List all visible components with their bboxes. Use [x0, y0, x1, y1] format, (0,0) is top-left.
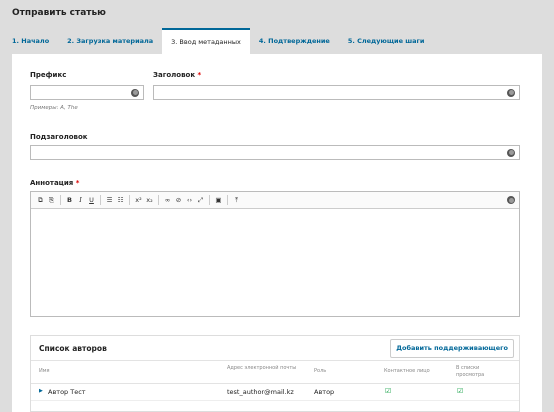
- listing-check-icon[interactable]: ☑: [457, 387, 463, 395]
- toolbar-divider: [100, 195, 101, 205]
- subtitle-input[interactable]: [30, 145, 520, 160]
- required-marker: *: [197, 71, 202, 79]
- prefix-input[interactable]: [30, 85, 144, 100]
- authors-title: Список авторов: [39, 344, 107, 353]
- abstract-label: Аннотация *: [30, 179, 80, 187]
- column-contact: Контактное лицо: [384, 368, 430, 374]
- page-title: Отправить статью: [12, 8, 106, 18]
- add-contributor-button[interactable]: Добавить поддерживающего: [390, 339, 514, 358]
- paste-icon[interactable]: ⎘: [46, 196, 57, 205]
- toolbar-divider: [227, 195, 228, 205]
- author-name: Автор Тест: [48, 388, 86, 396]
- prefix-label: Префикс: [30, 71, 67, 79]
- abstract-textarea[interactable]: [31, 208, 519, 316]
- upload-icon[interactable]: ⤒: [231, 196, 242, 205]
- bold-icon[interactable]: B: [64, 196, 75, 204]
- bullet-list-icon[interactable]: ☰: [104, 196, 115, 204]
- editor-toolbar: ⧉ ⎘ B I U ☰ ☷ x² x₂ ∞ ⊘ ‹› ⤢ ▣ ⤒: [31, 192, 519, 209]
- toolbar-divider: [158, 195, 159, 205]
- tab-confirmation[interactable]: 4. Подтверждение: [250, 28, 339, 54]
- numbered-list-icon[interactable]: ☷: [115, 196, 126, 204]
- title-label: Заголовок *: [153, 71, 202, 79]
- title-input[interactable]: [153, 85, 520, 100]
- wizard-tabs: 1. Начало 2. Загрузка материала 3. Ввод …: [12, 28, 433, 54]
- toolbar-divider: [129, 195, 130, 205]
- unlink-icon[interactable]: ⊘: [173, 196, 184, 204]
- image-icon[interactable]: ▣: [213, 196, 224, 204]
- tab-metadata[interactable]: 3. Ввод метаданных: [162, 28, 250, 54]
- code-icon[interactable]: ‹›: [184, 196, 195, 204]
- underline-icon[interactable]: U: [86, 196, 97, 204]
- metadata-panel: Префикс Примеры: A, The Заголовок * Подз…: [12, 54, 542, 412]
- column-name: Имя: [39, 368, 50, 374]
- authors-table-header: Имя Адрес электронной почты Роль Контакт…: [31, 360, 519, 384]
- fullscreen-icon[interactable]: ⤢: [195, 196, 206, 205]
- table-row[interactable]: ▶ Автор Тест test_author@mail.kz Автор ☑…: [31, 383, 519, 401]
- globe-icon[interactable]: [131, 88, 139, 97]
- expand-caret-icon[interactable]: ▶: [39, 388, 43, 394]
- author-email: test_author@mail.kz: [227, 388, 294, 396]
- tab-upload[interactable]: 2. Загрузка материала: [58, 28, 162, 54]
- prefix-hint: Примеры: A, The: [30, 105, 78, 111]
- toolbar-divider: [60, 195, 61, 205]
- subtitle-label: Подзаголовок: [30, 133, 88, 141]
- tab-next-steps[interactable]: 5. Следующие шаги: [339, 28, 434, 54]
- globe-icon[interactable]: [507, 196, 515, 204]
- link-icon[interactable]: ∞: [162, 196, 173, 204]
- abstract-editor: ⧉ ⎘ B I U ☰ ☷ x² x₂ ∞ ⊘ ‹› ⤢ ▣ ⤒: [30, 191, 520, 317]
- copy-icon[interactable]: ⧉: [35, 196, 46, 205]
- globe-icon[interactable]: [507, 148, 515, 157]
- contact-check-icon[interactable]: ☑: [385, 387, 391, 395]
- column-listing: В списки просмотра: [456, 365, 485, 378]
- authors-list: Список авторов Добавить поддерживающего …: [30, 335, 520, 412]
- subscript-icon[interactable]: x₂: [144, 196, 155, 204]
- toolbar-divider: [209, 195, 210, 205]
- tab-start[interactable]: 1. Начало: [12, 28, 58, 54]
- required-marker: *: [75, 179, 80, 187]
- italic-icon[interactable]: I: [75, 196, 86, 204]
- column-role: Роль: [314, 368, 327, 374]
- superscript-icon[interactable]: x²: [133, 196, 144, 204]
- column-email: Адрес электронной почты: [227, 365, 297, 371]
- globe-icon[interactable]: [507, 88, 515, 97]
- author-role: Автор: [314, 388, 335, 396]
